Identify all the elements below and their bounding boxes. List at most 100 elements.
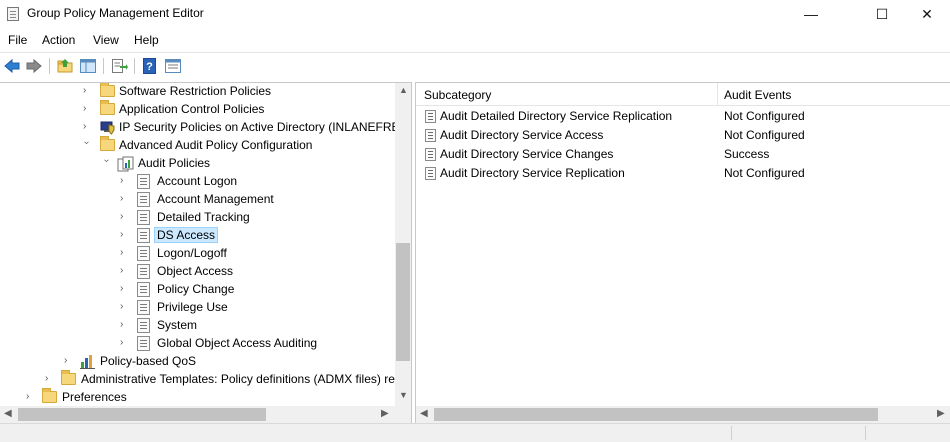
minimize-button[interactable]: — <box>788 0 834 28</box>
back-icon[interactable] <box>3 57 21 75</box>
folder-icon <box>61 370 76 385</box>
column-divider[interactable] <box>717 83 718 105</box>
tree-item-label: Audit Policies <box>138 156 211 170</box>
chevron-right-icon[interactable]: › <box>120 230 128 240</box>
subcategory-cell: Audit Directory Service Changes <box>440 147 614 161</box>
scrollbar-thumb[interactable] <box>434 408 878 421</box>
status-bar-divider <box>731 426 732 440</box>
scroll-right-icon[interactable]: ▶ <box>937 408 945 419</box>
tree-item-label: Preferences <box>62 390 127 404</box>
subcategory-cell: Audit Directory Service Replication <box>440 166 625 180</box>
chevron-right-icon[interactable]: › <box>26 392 34 402</box>
chevron-right-icon[interactable]: › <box>120 302 128 312</box>
toolbar: ? <box>0 52 950 79</box>
svg-text:?: ? <box>146 61 153 73</box>
column-header-audit-events[interactable]: Audit Events <box>724 88 791 102</box>
up-folder-icon[interactable] <box>56 57 74 75</box>
chevron-down-icon[interactable]: › <box>101 159 112 167</box>
scroll-down-icon[interactable]: ▼ <box>399 390 408 400</box>
tree-item-label: Advanced Audit Policy Configuration <box>119 138 313 152</box>
scroll-up-icon[interactable]: ▲ <box>399 85 408 95</box>
scrollbar-thumb[interactable] <box>396 243 410 361</box>
tree-item-label: System <box>157 318 198 332</box>
folder-icon <box>100 136 115 151</box>
tree-item-label: Policy Change <box>157 282 235 296</box>
chevron-right-icon[interactable]: › <box>120 194 128 204</box>
audit-policy-icon <box>425 167 436 180</box>
tree-horizontal-scrollbar[interactable]: ◀ ▶ <box>0 406 395 423</box>
policy-doc-icon <box>137 228 150 243</box>
tree-item-label: IP Security Policies on Active Directory… <box>119 120 403 134</box>
audit-policy-icon <box>425 110 436 123</box>
export-list-icon[interactable] <box>110 57 128 75</box>
audit-events-cell: Success <box>724 147 770 161</box>
list-row[interactable]: Audit Directory Service Replication Not … <box>416 165 950 183</box>
policy-doc-icon <box>137 282 150 297</box>
tree-item-label: Policy-based QoS <box>100 354 197 368</box>
chevron-right-icon[interactable]: › <box>45 374 53 384</box>
help-icon[interactable]: ? <box>141 57 159 75</box>
list-row[interactable]: Audit Directory Service Changes Success <box>416 146 950 164</box>
tree-item-label: Software Restriction Policies <box>119 84 272 98</box>
console-tree-pane: › Software Restriction Policies › Applic… <box>0 82 412 424</box>
policy-doc-icon <box>137 264 150 279</box>
chevron-right-icon[interactable]: › <box>120 284 128 294</box>
forward-icon[interactable] <box>25 57 43 75</box>
scroll-left-icon[interactable]: ◀ <box>4 408 12 419</box>
scroll-left-icon[interactable]: ◀ <box>420 408 428 419</box>
chevron-right-icon[interactable]: › <box>120 266 128 276</box>
scrollbar-corner <box>395 406 411 423</box>
show-hide-tree-icon[interactable] <box>79 57 97 75</box>
chevron-right-icon[interactable]: › <box>64 356 72 366</box>
audit-policies-icon <box>117 156 134 172</box>
audit-events-cell: Not Configured <box>724 109 805 123</box>
tree-item-label: Detailed Tracking <box>157 210 250 224</box>
folder-icon <box>100 83 115 97</box>
audit-policy-icon <box>425 148 436 161</box>
audit-policy-icon <box>425 129 436 142</box>
audit-events-cell: Not Configured <box>724 166 805 180</box>
list-row[interactable]: Audit Directory Service Access Not Confi… <box>416 127 950 145</box>
tree-item-label: Account Logon <box>157 174 238 188</box>
policy-doc-icon <box>137 174 150 189</box>
properties-icon[interactable] <box>164 57 182 75</box>
shield-computer-icon <box>100 121 115 135</box>
menu-file[interactable]: File <box>8 33 27 47</box>
column-header-subcategory[interactable]: Subcategory <box>424 88 491 102</box>
status-bar-divider <box>865 426 866 440</box>
scrollbar-thumb[interactable] <box>18 408 266 421</box>
chevron-right-icon[interactable]: › <box>120 338 128 348</box>
tree-item-label: Object Access <box>157 264 234 278</box>
menu-help[interactable]: Help <box>134 33 159 47</box>
audit-events-cell: Not Configured <box>724 128 805 142</box>
chevron-right-icon[interactable]: › <box>120 248 128 258</box>
list-horizontal-scrollbar[interactable]: ◀ ▶ <box>416 406 950 423</box>
scroll-right-icon[interactable]: ▶ <box>381 408 389 419</box>
menu-bar: File Action View Help <box>0 30 950 50</box>
toolbar-separator <box>134 58 135 74</box>
list-row[interactable]: Audit Detailed Directory Service Replica… <box>416 108 950 126</box>
title-bar: Group Policy Management Editor — ☐ ✕ <box>0 0 950 28</box>
folder-icon <box>42 388 57 403</box>
policy-doc-icon <box>137 192 150 207</box>
bar-chart-icon <box>80 355 95 369</box>
chevron-right-icon[interactable]: › <box>120 176 128 186</box>
chevron-right-icon[interactable]: › <box>120 212 128 222</box>
subcategory-cell: Audit Detailed Directory Service Replica… <box>440 109 673 123</box>
chevron-right-icon[interactable]: › <box>83 122 91 132</box>
maximize-button[interactable]: ☐ <box>859 0 905 28</box>
chevron-right-icon[interactable]: › <box>120 320 128 330</box>
subcategory-cell: Audit Directory Service Access <box>440 128 604 142</box>
menu-action[interactable]: Action <box>42 33 75 47</box>
chevron-right-icon[interactable]: › <box>83 104 91 114</box>
window-title: Group Policy Management Editor <box>27 6 204 20</box>
tree-item-label: Logon/Logoff <box>157 246 227 260</box>
chevron-right-icon[interactable]: › <box>83 86 91 96</box>
close-button[interactable]: ✕ <box>904 0 950 28</box>
menu-view[interactable]: View <box>93 33 119 47</box>
tree-item-label: Application Control Policies <box>119 102 265 116</box>
tree-vertical-scrollbar[interactable]: ▲ ▼ <box>395 83 411 406</box>
chevron-down-icon[interactable]: › <box>81 141 92 149</box>
policy-doc-icon <box>137 336 150 351</box>
gpme-app-icon <box>7 7 19 21</box>
